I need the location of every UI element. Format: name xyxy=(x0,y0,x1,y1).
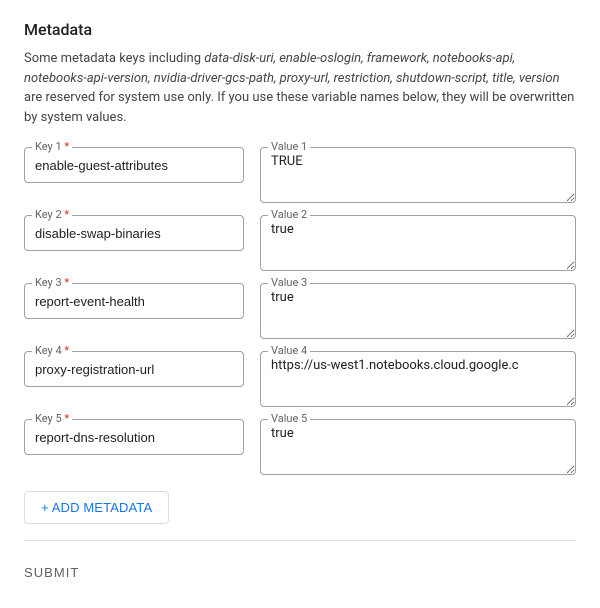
key-4-label: Key 4 * xyxy=(32,344,72,357)
value-4-label: Value 4 xyxy=(268,344,310,357)
required-marker: * xyxy=(64,344,69,357)
metadata-row: Key 3 * Value 3 true xyxy=(24,283,576,339)
key-2-group: Key 2 * xyxy=(24,215,244,251)
required-marker: * xyxy=(64,208,69,221)
submit-button[interactable]: SUBMIT xyxy=(24,557,79,588)
value-5-input[interactable]: true xyxy=(260,419,576,475)
metadata-row: Key 4 * Value 4 https://us-west1.noteboo… xyxy=(24,351,576,407)
value-3-label: Value 3 xyxy=(268,276,310,289)
key-3-group: Key 3 * xyxy=(24,283,244,319)
value-2-group: Value 2 true xyxy=(260,215,576,271)
add-metadata-button[interactable]: + ADD METADATA xyxy=(24,491,169,524)
value-2-input[interactable]: true xyxy=(260,215,576,271)
metadata-row: Key 2 * Value 2 true xyxy=(24,215,576,271)
key-5-group: Key 5 * xyxy=(24,419,244,455)
value-5-label: Value 5 xyxy=(268,412,310,425)
required-marker: * xyxy=(64,140,69,153)
key-1-group: Key 1 * xyxy=(24,147,244,183)
key-1-label: Key 1 * xyxy=(32,140,72,153)
value-3-group: Value 3 true xyxy=(260,283,576,339)
value-2-label: Value 2 xyxy=(268,208,310,221)
key-5-label: Key 5 * xyxy=(32,412,72,425)
metadata-row: Key 1 * Value 1 TRUE xyxy=(24,147,576,203)
key-4-group: Key 4 * xyxy=(24,351,244,387)
value-1-group: Value 1 TRUE xyxy=(260,147,576,203)
value-1-label: Value 1 xyxy=(268,140,310,153)
metadata-row: Key 5 * Value 5 true xyxy=(24,419,576,475)
key-2-label: Key 2 * xyxy=(32,208,72,221)
value-4-group: Value 4 https://us-west1.notebooks.cloud… xyxy=(260,351,576,407)
required-marker: * xyxy=(64,412,69,425)
key-3-label: Key 3 * xyxy=(32,276,72,289)
divider xyxy=(24,540,576,541)
required-marker: * xyxy=(64,276,69,289)
value-5-group: Value 5 true xyxy=(260,419,576,475)
value-3-input[interactable]: true xyxy=(260,283,576,339)
section-title: Metadata xyxy=(24,20,576,39)
metadata-rows: Key 1 * Value 1 TRUE Key 2 * Value 2 tru… xyxy=(24,147,576,475)
section-description: Some metadata keys including data-disk-u… xyxy=(24,49,576,127)
value-1-input[interactable]: TRUE xyxy=(260,147,576,203)
value-4-input[interactable]: https://us-west1.notebooks.cloud.google.… xyxy=(260,351,576,407)
